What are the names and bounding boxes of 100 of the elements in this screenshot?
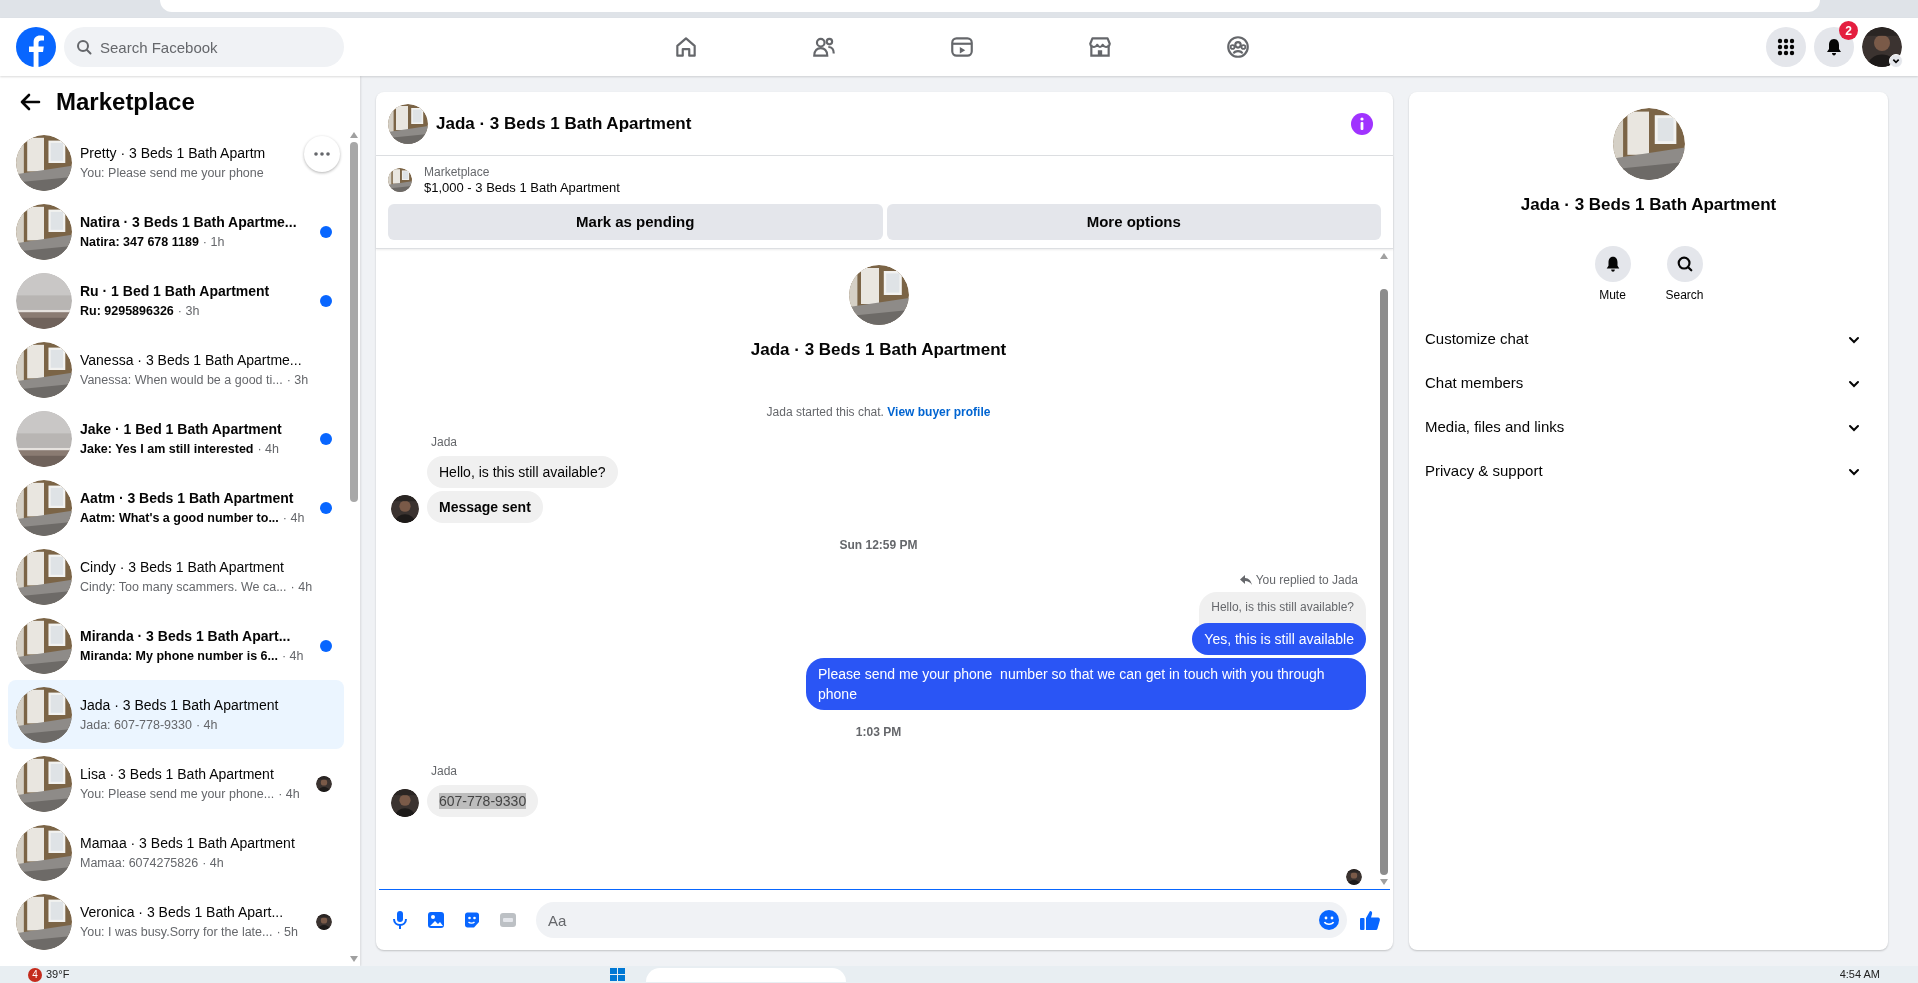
weather-badge: 4 [28,967,42,982]
more-icon [314,152,330,156]
bell-icon [1824,37,1844,57]
back-arrow-icon [19,91,41,113]
video-icon [949,34,975,60]
page-title: Marketplace [56,87,195,117]
message-preview: Aatm: What's a good number to... [80,509,279,527]
reply-note: You replied to Jada [1239,570,1358,589]
message-preview: Miranda: My phone number is 6... [80,647,278,665]
conversation-item[interactable]: Lisa · 3 Beds 1 Bath Apartment You: Please send me your phone... · 4h [8,749,344,818]
message-preview: Ru: 9295896326 [80,302,174,320]
action-button[interactable]: More options [886,204,1381,240]
timestamp: · 4h [290,578,313,596]
conversation-title: Pretty · 3 Beds 1 Bath Apartm [80,143,266,163]
reply-icon [1239,573,1252,586]
message-bubble: 607-778-9330 [427,784,539,817]
conversation-item[interactable]: Veronica · 3 Beds 1 Bath Apart... You: I was busy.Sorry for the late... · 5h [8,887,344,956]
conversation-item[interactable]: Mamaa · 3 Beds 1 Bath Apartment Mamaa: 6074275826 · 4h [8,818,344,887]
timestamp: · 3h [177,302,200,320]
sticker-icon[interactable] [462,910,482,930]
scroll-down-icon[interactable] [1380,879,1388,885]
read-receipt-avatar [1346,869,1362,885]
message-preview: Vanessa: When would be a good ti... [80,371,283,389]
grid-icon [1776,37,1796,57]
section-row[interactable]: Chat members [1417,361,1880,406]
conversation-title: Jada · 3 Beds 1 Bath Apartment [80,695,279,715]
timestamp: · 4h [195,716,218,734]
notification-badge: 2 [1839,21,1858,40]
conversation-title: Vanessa · 3 Beds 1 Bath Apartme... [80,350,302,370]
conversation-title: Cindy · 3 Beds 1 Bath Apartment [80,557,284,577]
info-button[interactable] [1351,112,1373,135]
action-label: Mute [1599,286,1626,304]
conversation-title: Natira · 3 Beds 1 Bath Apartme... [80,212,297,232]
conversation-item[interactable]: Aatm · 3 Beds 1 Bath Apartment Aatm: What's a good number to... · 4h [8,473,344,542]
group-icon [1225,34,1251,60]
section-row[interactable]: Customize chat [1417,317,1880,362]
section-row[interactable]: Media, files and links [1417,405,1880,450]
section-row[interactable]: Privacy & support [1417,449,1880,494]
scrollbar-thumb[interactable] [1380,289,1388,875]
conversation-item[interactable]: Ru · 1 Bed 1 Bath Apartment Ru: 9295896326 · 3h [8,266,344,335]
message-bubble: Please send me your phone number so that we can get in touch with you through phone [806,657,1366,710]
scroll-down-icon[interactable] [350,956,358,962]
conversation-item[interactable]: Pretty · 3 Beds 1 Bath Apartm You: Please send me your phone [8,128,344,197]
sender-name: Jada [431,763,458,778]
timestamp: · 4h [281,647,304,665]
message-input[interactable]: Aa [536,902,1347,938]
conversation-item[interactable]: Cindy · 3 Beds 1 Bath Apartment Cindy: Too many scammers. We ca... · 4h [8,542,344,611]
chevron-down-icon [1892,57,1900,65]
conversation-title: Lisa · 3 Beds 1 Bath Apartment [80,764,274,784]
search-icon [76,39,92,55]
buyer-profile-link[interactable]: View buyer profile [887,404,991,419]
conversation-item[interactable]: Jada · 3 Beds 1 Bath Apartment Jada: 607-778-9330 · 4h [8,680,344,749]
menu-button[interactable] [1766,27,1806,67]
message-preview: Jake: Yes I am still interested [80,440,254,458]
scroll-up-icon[interactable] [350,132,358,138]
timestamp: Sun 12:59 PM [839,536,918,554]
message-bubble: Yes, this is still available [1192,622,1366,655]
timestamp: · 4h [202,854,224,872]
search-field[interactable]: Search Facebook [64,27,344,67]
action-button[interactable]: Mark as pending [388,204,883,240]
windows-start-icon[interactable] [610,967,626,982]
timestamp: · 4h [278,785,300,803]
info-icon [1351,112,1373,135]
chat-started-note: Jada started this chat. View buyer profile [766,403,991,421]
message-bubble: Message sent [427,490,543,523]
clock: 4:54 AM [1839,967,1880,983]
timestamp: · 1h [202,233,225,251]
scroll-up-icon[interactable] [1380,253,1388,259]
timestamp: · 5h [276,923,298,941]
conversation-item[interactable]: Miranda · 3 Beds 1 Bath Apart... Miranda: My phone number is 6... · 4h [8,611,344,680]
action-label: Search [1665,286,1704,304]
conversation-item[interactable]: Jake · 1 Bed 1 Bath Apartment Jake: Yes I am still interested · 4h [8,404,344,473]
image-icon[interactable] [426,910,446,930]
chat-title: Jada · 3 Beds 1 Bath Apartment [436,112,692,135]
temperature: 39°F [46,967,70,983]
emoji-icon[interactable] [1319,910,1339,930]
microphone-icon[interactable] [390,910,410,930]
thumbs-up-icon[interactable] [1359,909,1381,931]
timestamp: · 3h [286,371,309,389]
conversation-title: Miranda · 3 Beds 1 Bath Apart... [80,626,291,646]
search-button[interactable] [1666,245,1703,282]
notifications-button[interactable] [1814,27,1854,67]
conversation-item[interactable]: Natira · 3 Beds 1 Bath Apartme... Natira: 347 678 1189 · 1h [8,197,344,266]
timestamp: 1:03 PM [855,723,902,741]
conversation-title: Aatm · 3 Beds 1 Bath Apartment [80,488,294,508]
conversation-title: Mamaa · 3 Beds 1 Bath Apartment [80,833,295,853]
conversation-item[interactable]: Vanessa · 3 Beds 1 Bath Apartme... Vanessa: When would be a good ti... · 3h [8,335,344,404]
facebook-logo[interactable] [16,27,56,67]
mute-button[interactable] [1594,245,1631,282]
conversation-name: Jada · 3 Beds 1 Bath Apartment [1520,194,1777,216]
more-button[interactable] [304,136,340,172]
conversation-title: Jake · 1 Bed 1 Bath Apartment [80,419,282,439]
message-preview: You: I was busy.Sorry for the late... [80,923,273,941]
message-preview: Cindy: Too many scammers. We ca... [80,578,287,596]
scrollbar-thumb[interactable] [350,142,358,502]
profile-button[interactable] [1862,27,1902,67]
message-preview: You: Please send me your phone... [80,785,275,803]
sender-name: Jada [431,434,458,449]
listing-title: $1,000 - 3 Beds 1 Bath Apartment [424,180,620,196]
search-icon [1675,254,1694,273]
